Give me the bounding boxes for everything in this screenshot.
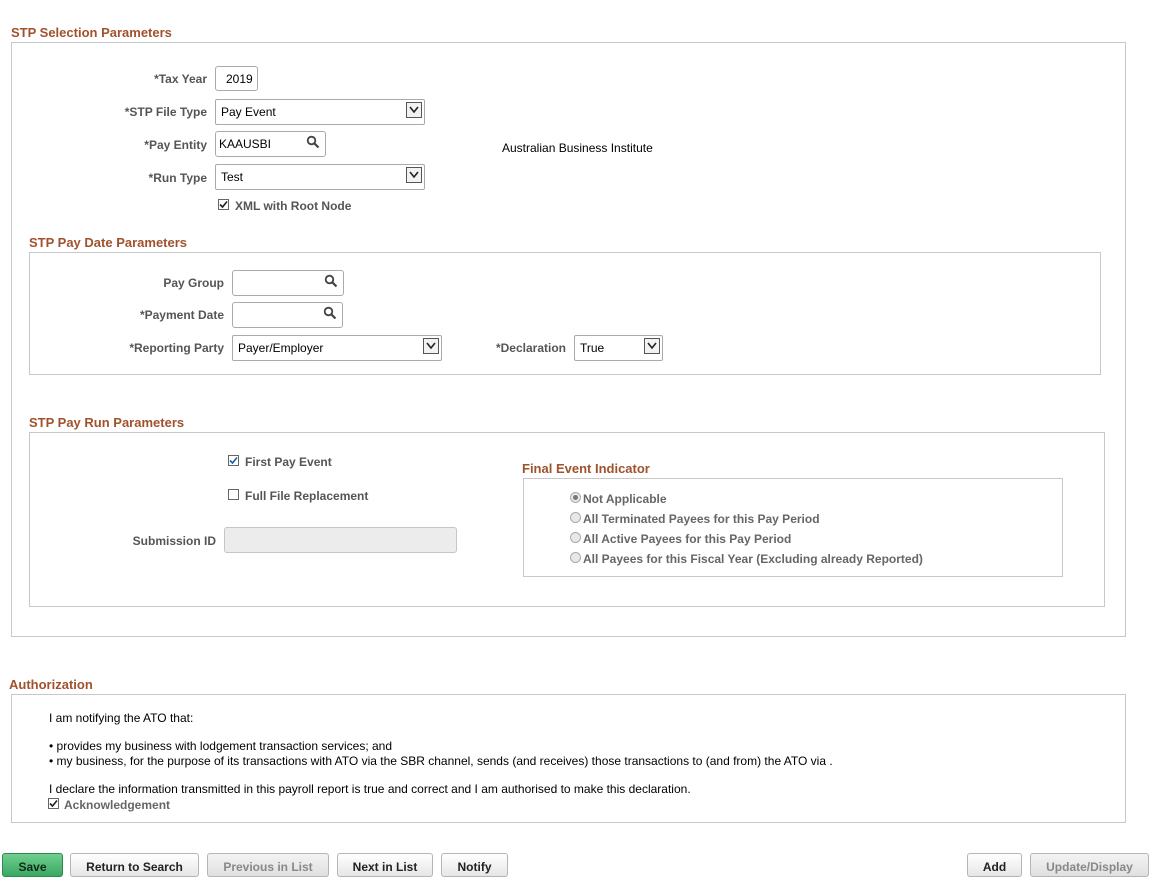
submission-id-label: Submission ID <box>132 534 216 548</box>
authorization-intro: I am notifying the ATO that: <box>49 711 194 725</box>
final-event-title: Final Event Indicator <box>522 461 650 476</box>
checkmark-icon <box>219 200 228 209</box>
first-pay-event-label: First Pay Event <box>245 455 332 469</box>
file-type-value: Pay Event <box>221 105 276 119</box>
update-display-button[interactable]: Update/Display <box>1030 853 1149 877</box>
xml-root-label: XML with Root Node <box>235 199 352 213</box>
chevron-down-icon[interactable] <box>644 338 660 354</box>
payment-date-label: *Payment Date <box>139 308 224 322</box>
reporting-party-label: *Reporting Party <box>129 341 224 355</box>
final-event-option-label: All Terminated Payees for this Pay Perio… <box>583 512 820 526</box>
save-button[interactable]: Save <box>2 853 63 877</box>
acknowledgement-label: Acknowledgement <box>64 798 171 812</box>
authorization-declaration: I declare the information transmitted in… <box>49 782 691 796</box>
pay-group-label: Pay Group <box>163 276 224 290</box>
selection-section-title: STP Selection Parameters <box>11 25 172 40</box>
checkmark-icon <box>229 456 238 465</box>
final-event-radio-fiscal-year[interactable] <box>570 552 581 563</box>
full-file-replacement-label: Full File Replacement <box>245 489 369 503</box>
authorization-bullet: • my business, for the purpose of its tr… <box>49 754 833 768</box>
file-type-label: *STP File Type <box>124 105 207 119</box>
pay-group-field[interactable] <box>232 270 344 296</box>
pay-entity-field[interactable]: KAAUSBI <box>215 131 326 157</box>
search-icon[interactable] <box>323 306 337 320</box>
tax-year-label: *Tax Year <box>154 72 207 86</box>
reporting-party-value: Payer/Employer <box>238 341 324 355</box>
checkmark-icon <box>49 799 58 808</box>
pay-entity-label: *Pay Entity <box>144 138 207 152</box>
full-file-replacement-checkbox[interactable] <box>228 489 239 500</box>
final-event-radio-not-applicable[interactable] <box>570 492 581 503</box>
chevron-down-icon[interactable] <box>406 102 422 118</box>
submission-id-field[interactable] <box>224 527 457 553</box>
search-icon[interactable] <box>324 274 338 288</box>
run-type-value: Test <box>221 170 244 184</box>
pay-run-section-title: STP Pay Run Parameters <box>29 415 185 430</box>
declaration-label: *Declaration <box>495 341 566 355</box>
add-button[interactable]: Add <box>967 853 1022 877</box>
file-type-select[interactable]: Pay Event <box>215 99 425 125</box>
final-event-option-label: All Payees for this Fiscal Year (Excludi… <box>583 552 923 566</box>
run-type-select[interactable]: Test <box>215 164 425 190</box>
pay-date-section-title: STP Pay Date Parameters <box>29 235 188 250</box>
first-pay-event-checkbox[interactable] <box>228 455 239 466</box>
final-event-option-label: Not Applicable <box>583 492 667 506</box>
payment-date-field[interactable] <box>232 302 343 328</box>
tax-year-field[interactable]: 2019 <box>215 66 258 91</box>
declaration-value: True <box>580 341 605 355</box>
return-to-search-button[interactable]: Return to Search <box>70 853 199 877</box>
search-icon[interactable] <box>306 135 320 149</box>
chevron-down-icon[interactable] <box>406 167 422 183</box>
previous-in-list-button[interactable]: Previous in List <box>207 853 329 877</box>
pay-entity-value: KAAUSBI <box>219 137 272 151</box>
pay-entity-description: Australian Business Institute <box>502 141 653 155</box>
tax-year-value: 2019 <box>226 71 253 86</box>
next-in-list-button[interactable]: Next in List <box>337 853 433 877</box>
chevron-down-icon[interactable] <box>423 338 439 354</box>
xml-root-checkbox[interactable] <box>218 199 229 210</box>
authorization-section-title: Authorization <box>9 677 93 692</box>
reporting-party-select[interactable]: Payer/Employer <box>232 335 442 361</box>
authorization-bullet: • provides my business with lodgement tr… <box>49 739 393 753</box>
notify-button[interactable]: Notify <box>441 853 508 877</box>
final-event-option-label: All Active Payees for this Pay Period <box>583 532 792 546</box>
acknowledgement-checkbox[interactable] <box>48 798 59 809</box>
final-event-radio-active[interactable] <box>570 532 581 543</box>
final-event-radio-terminated[interactable] <box>570 512 581 523</box>
run-type-label: *Run Type <box>148 171 207 185</box>
declaration-select[interactable]: True <box>574 335 663 361</box>
